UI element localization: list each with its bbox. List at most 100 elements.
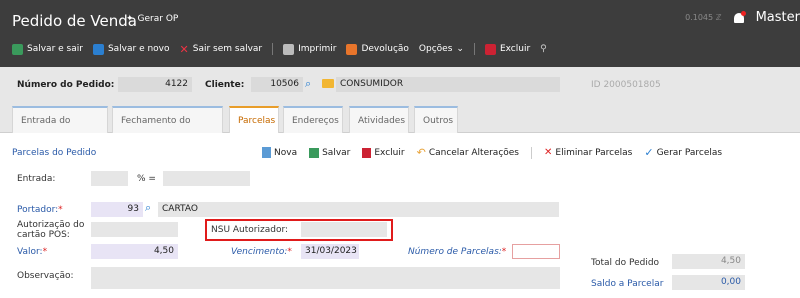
- autorizacao-label-line1: Autorização do: [17, 220, 85, 230]
- search-icon[interactable]: ⌕: [145, 201, 151, 215]
- num-parcelas-label-text: Número de Parcelas:: [408, 247, 502, 257]
- saldo-parcelar-field: 0,00: [672, 275, 745, 290]
- entrada-value-field[interactable]: [91, 171, 128, 186]
- gerar-parcelas-button[interactable]: ✓ Gerar Parcelas: [644, 146, 722, 159]
- devolucao-button[interactable]: Devolução: [346, 43, 409, 55]
- entrada-label: Entrada:: [17, 174, 56, 184]
- parcelas-panel: Parcelas do Pedido Nova Salvar Excluir ↶…: [0, 133, 800, 298]
- numero-pedido-label: Número do Pedido:: [17, 80, 115, 90]
- numero-pedido-field[interactable]: 4122: [118, 77, 192, 92]
- actions-divider: [531, 146, 532, 159]
- order-id: ID 2000501805: [591, 80, 661, 90]
- sair-sem-salvar-button[interactable]: ✕ Sair sem salvar: [180, 44, 263, 55]
- gerar-op-button[interactable]: ✦ Gerar OP: [126, 14, 178, 24]
- tab-atividades[interactable]: Atividades: [349, 106, 409, 133]
- portador-name-field[interactable]: CARTAO: [158, 202, 559, 217]
- cliente-name-field[interactable]: CONSUMIDOR: [336, 77, 560, 92]
- excluir-parcela-button[interactable]: Excluir: [362, 147, 405, 158]
- observacao-field[interactable]: [91, 267, 560, 289]
- valor-label-text: Valor:: [17, 247, 43, 257]
- autorizacao-label: Autorização do cartão POS:: [17, 220, 84, 240]
- save-icon: [309, 147, 320, 158]
- portador-label-text: Portador:: [17, 205, 59, 215]
- trash-icon: [484, 43, 496, 55]
- user-name[interactable]: Master: [756, 10, 800, 25]
- valor-field[interactable]: 4,50: [91, 244, 178, 259]
- salvar-label: Salvar: [322, 147, 351, 158]
- trash-icon: [362, 147, 372, 158]
- num-parcelas-field[interactable]: [512, 244, 560, 259]
- new-document-icon: [262, 147, 271, 158]
- chevron-down-icon: ⌄: [456, 44, 464, 54]
- salvar-sair-button[interactable]: Salvar e sair: [12, 43, 83, 55]
- tab-outros[interactable]: Outros: [414, 106, 458, 133]
- num-parcelas-label: Número de Parcelas:*: [408, 247, 506, 257]
- salvar-novo-label: Salvar e novo: [107, 44, 170, 54]
- total-pedido-label: Total do Pedido: [591, 258, 660, 268]
- eliminar-label: Eliminar Parcelas: [555, 147, 633, 158]
- order-header: Número do Pedido: 4122 Cliente: 10506 ⌕ …: [0, 67, 800, 103]
- required-mark: *: [42, 247, 48, 257]
- portador-label: Portador:*: [17, 205, 63, 215]
- salvar-novo-button[interactable]: Salvar e novo: [92, 43, 170, 55]
- cliente-label: Cliente:: [205, 80, 245, 90]
- percent-label: % =: [137, 174, 156, 184]
- undo-icon: ↶: [416, 146, 426, 159]
- check-icon: ✓: [644, 146, 654, 159]
- excluir-button[interactable]: Excluir: [484, 43, 531, 55]
- opcoes-dropdown[interactable]: Opções ⌄: [419, 44, 464, 54]
- autorizacao-label-line2: cartão POS:: [17, 230, 70, 240]
- salvar-sair-label: Salvar e sair: [27, 44, 83, 54]
- sparkle-icon: ✦: [126, 14, 134, 24]
- tab-enderecos[interactable]: Endereços: [283, 106, 343, 133]
- vencimento-label: Vencimento:*: [231, 247, 292, 257]
- eliminar-button[interactable]: ✕ Eliminar Parcelas: [544, 147, 632, 158]
- autorizacao-field[interactable]: [91, 222, 178, 237]
- total-pedido-field: 4,50: [672, 254, 745, 269]
- nova-button[interactable]: Nova: [262, 147, 297, 158]
- opcoes-label: Opções: [418, 44, 453, 54]
- tab-entrada[interactable]: Entrada do Pedido: [12, 106, 108, 153]
- nova-label: Nova: [274, 147, 298, 158]
- section-title: Parcelas do Pedido: [12, 148, 97, 158]
- pin-icon: ⚲: [540, 43, 547, 54]
- entrada-percent-field[interactable]: [163, 171, 250, 186]
- pin-button[interactable]: ⚲: [540, 44, 547, 55]
- required-mark: *: [287, 247, 292, 257]
- cliente-code-field[interactable]: 10506: [251, 77, 303, 92]
- salvar-button[interactable]: Salvar: [309, 147, 351, 158]
- tab-fechamento[interactable]: Fechamento do Pedido: [112, 106, 223, 153]
- devolucao-label: Devolução: [361, 44, 409, 54]
- top-bar: Pedido de Venda ✦ Gerar OP 0.1045 ℤ Mast…: [0, 0, 800, 67]
- toolbar: Salvar e sair Salvar e novo ✕ Sair sem s…: [12, 43, 547, 55]
- tab-parcelas[interactable]: Parcelas: [229, 106, 279, 133]
- toolbar-divider: [473, 43, 475, 55]
- required-mark: *: [58, 205, 63, 215]
- vencimento-field[interactable]: 31/03/2023: [301, 244, 359, 259]
- vencimento-label-text: Vencimento:: [231, 247, 288, 257]
- session-indicator: 0.1045 ℤ: [685, 13, 722, 22]
- excluir-parcela-label: Excluir: [374, 147, 405, 158]
- save-new-icon: [92, 43, 104, 55]
- save-icon: [12, 43, 23, 55]
- highlight-box: [205, 219, 393, 241]
- folder-icon[interactable]: [322, 79, 334, 88]
- search-icon[interactable]: ⌕: [305, 77, 311, 91]
- saldo-parcelar-label: Saldo a Parcelar: [591, 279, 664, 289]
- portador-code-field[interactable]: 93: [91, 202, 143, 217]
- excluir-label: Excluir: [499, 44, 531, 54]
- parcelas-actions: Nova Salvar Excluir ↶ Cancelar Alteraçõe…: [262, 146, 722, 159]
- gerar-op-label: Gerar OP: [137, 14, 179, 24]
- printer-icon: [283, 43, 295, 55]
- return-icon: [346, 43, 358, 55]
- cancelar-button[interactable]: ↶ Cancelar Alterações: [417, 146, 519, 159]
- bell-icon[interactable]: [732, 10, 746, 25]
- imprimir-label: Imprimir: [298, 44, 337, 54]
- imprimir-button[interactable]: Imprimir: [283, 43, 337, 55]
- sair-sem-salvar-label: Sair sem salvar: [192, 44, 263, 54]
- toolbar-divider: [272, 43, 274, 55]
- tab-bar: Entrada do Pedido Fechamento do Pedido P…: [0, 103, 800, 153]
- close-icon: ✕: [544, 147, 553, 158]
- cancelar-label: Cancelar Alterações: [428, 147, 519, 158]
- gerar-parcelas-label: Gerar Parcelas: [656, 147, 723, 158]
